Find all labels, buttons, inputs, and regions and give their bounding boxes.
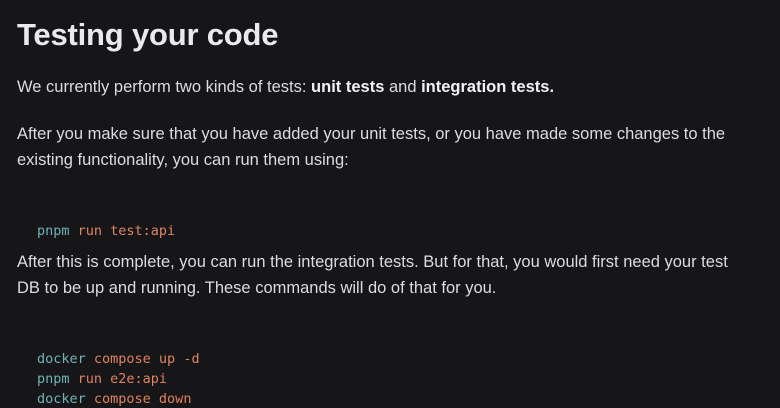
code-line: docker compose down: [37, 391, 191, 407]
code-command: docker: [37, 351, 86, 367]
code-command: pnpm: [37, 223, 70, 239]
unit-tests-line-2: existing functionality, you can run them…: [17, 151, 349, 169]
unit-tests-emphasis: unit tests: [311, 78, 385, 96]
unit-tests-line-1: After you make sure that you have added …: [17, 125, 726, 143]
intro-joiner: and: [384, 78, 422, 96]
code-command: docker: [37, 391, 86, 407]
page-title: Testing your code: [17, 17, 279, 52]
code-command: pnpm: [37, 371, 70, 387]
code-line: pnpm run e2e:api: [37, 371, 167, 387]
code-arguments: run test:api: [69, 223, 176, 239]
code-arguments: run e2e:api: [69, 371, 168, 387]
integration-line-1: After this is complete, you can run the …: [17, 253, 728, 271]
integration-tests-emphasis: integration tests.: [421, 78, 555, 96]
intro-text: We currently perform two kinds of tests:: [17, 78, 312, 96]
integration-line-2: DB to be up and running. These commands …: [17, 279, 497, 297]
integration-tests-paragraph: After this is complete, you can run the …: [17, 249, 762, 301]
code-arguments: compose up -d: [85, 351, 200, 367]
code-line: pnpm run test:api: [37, 223, 175, 239]
intro-paragraph: We currently perform two kinds of tests:…: [17, 74, 762, 100]
integration-test-code-block: docker compose up -d pnpm run e2e:api do…: [37, 329, 200, 408]
code-line: docker compose up -d: [37, 351, 200, 367]
code-arguments: compose down: [85, 391, 192, 407]
unit-tests-paragraph: After you make sure that you have added …: [17, 121, 762, 173]
unit-test-code-block: pnpm run test:api: [37, 201, 175, 241]
